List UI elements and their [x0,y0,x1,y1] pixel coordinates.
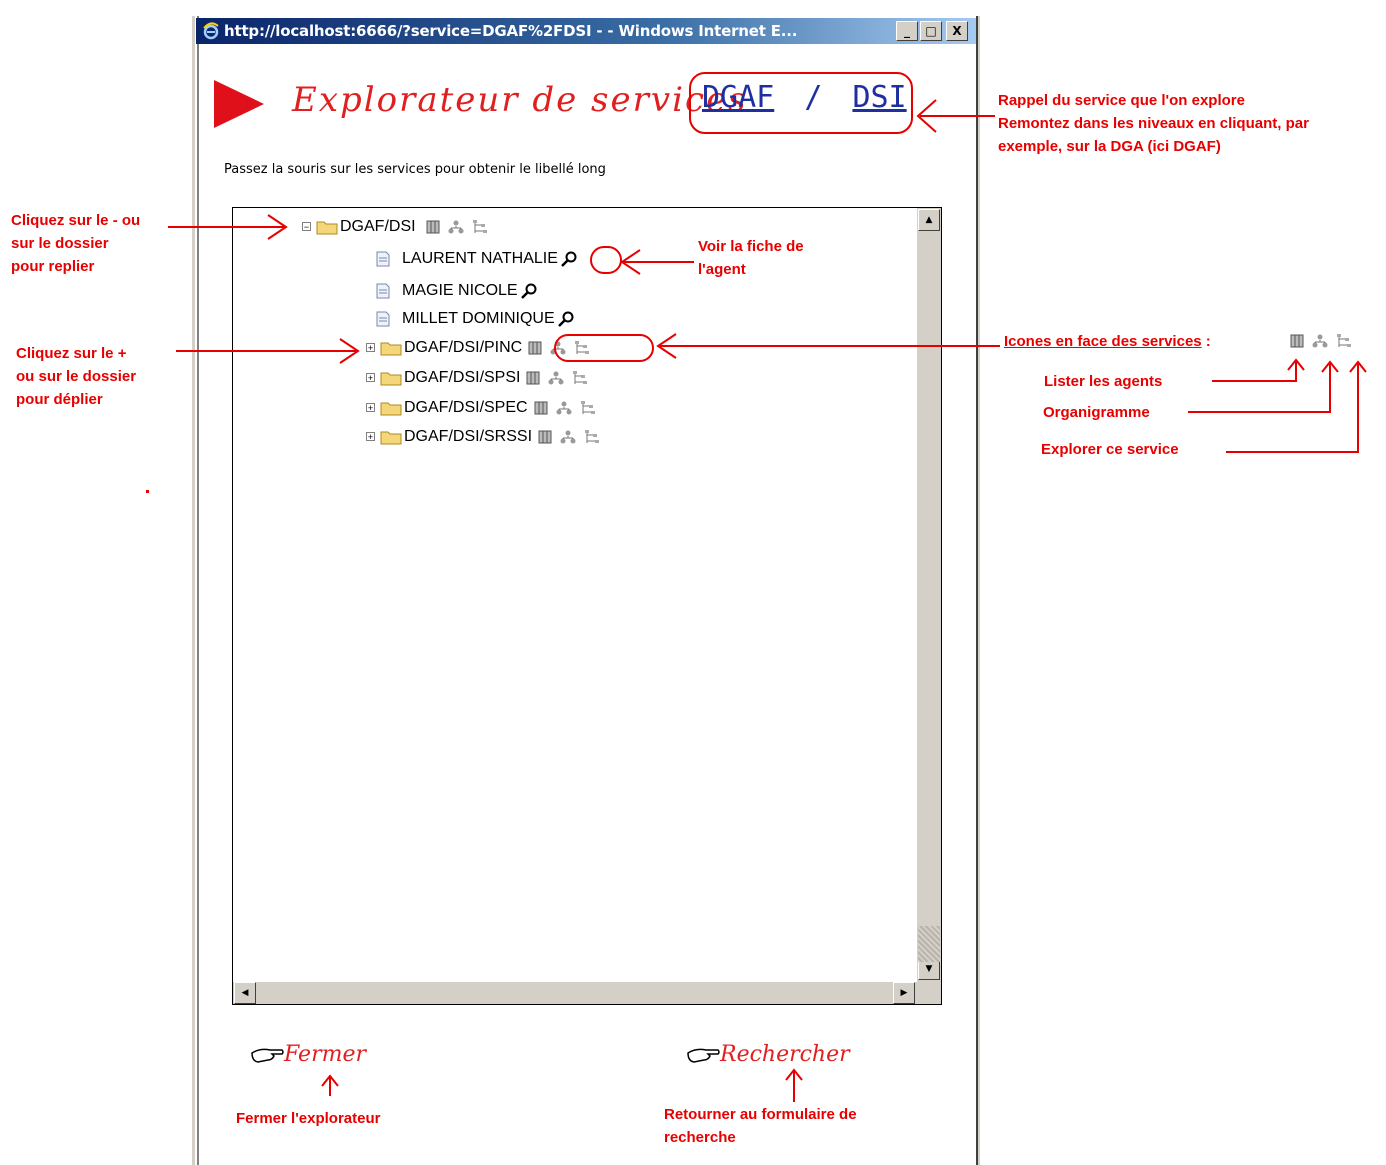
annotation-arrows [168,99,1367,1102]
